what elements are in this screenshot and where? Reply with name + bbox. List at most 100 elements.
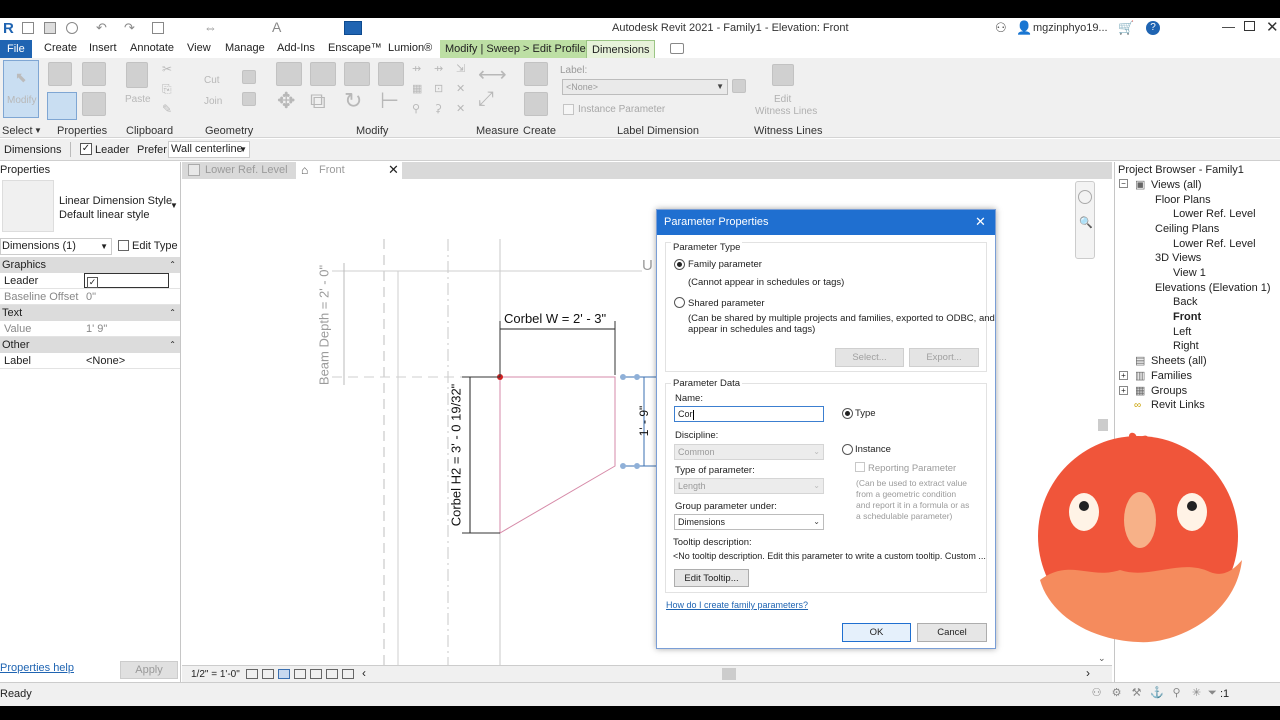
family-category-icon[interactable] [82,92,106,116]
type-of-parameter-select[interactable]: Length ⌄ [674,478,824,494]
edit-witness-lines-icon[interactable] [772,64,794,86]
ok-button[interactable]: OK [842,623,911,642]
type-selector[interactable]: Linear Dimension Style Default linear st… [56,180,180,232]
create-parameter-icon[interactable] [732,79,746,93]
prefer-select[interactable]: Wall centerline ▼ [168,141,250,158]
measure-icon[interactable]: ⇔ [204,20,217,35]
group-other[interactable]: Other ⌃ [0,337,180,353]
tree-view-1[interactable]: View 1 [1173,267,1206,279]
select-underlay-icon[interactable]: ⚓ [1150,687,1164,700]
measure-along-icon[interactable]: ⤢ [478,88,494,111]
detail-level-icon[interactable] [246,669,258,679]
instance-parameter-checkbox[interactable] [563,104,574,115]
tree-views-all[interactable]: Views (all) [1151,179,1202,191]
thin-lines-icon[interactable] [344,21,362,35]
corbel-w-label[interactable]: Corbel W = 2' - 3" [504,311,606,326]
dim-19-label[interactable]: 1' - 9" [637,406,651,437]
select-by-face-icon[interactable]: ✳ [1190,687,1203,700]
tab-file[interactable]: File [0,40,32,58]
dialog-close-icon[interactable]: ✕ [975,214,986,230]
tab-create[interactable]: Create [44,42,77,54]
temp-hide-icon[interactable] [342,669,354,679]
join-geometry-label[interactable]: Join [204,96,222,107]
tree-revit-links[interactable]: Revit Links [1151,399,1205,411]
row-leader-checkbox[interactable]: ✓ [84,273,169,288]
tab-add-ins[interactable]: Add-Ins [277,42,315,54]
tree-elevations[interactable]: Elevations (Elevation 1) [1155,282,1271,294]
row-value-value[interactable]: 1' 9" [84,321,168,336]
redo-icon[interactable]: ↷ [124,20,135,36]
beam-depth-label[interactable]: Beam Depth = 2' - 0" [317,265,332,385]
text-icon[interactable]: A [272,19,281,35]
mirror-icon[interactable] [344,62,370,86]
cart-icon[interactable]: 🛒 [1118,20,1134,36]
name-input[interactable]: Cor [674,406,824,422]
binoculars-icon[interactable]: ⚇ [995,20,1007,36]
copy-element-icon[interactable]: ⧉ [310,88,326,114]
visual-style-icon[interactable] [262,669,274,679]
properties-icon[interactable] [48,62,72,86]
match-icon[interactable]: ✎ [162,102,172,116]
discipline-select[interactable]: Common ⌄ [674,444,824,460]
geometry-tool-2-icon[interactable] [242,92,256,106]
cut-scissors-icon[interactable]: ✂ [162,62,172,76]
select-pinned-icon[interactable]: ⚲ [1170,687,1183,700]
view-scale[interactable]: 1/2" = 1'-0" [191,669,240,680]
cut-geometry-label[interactable]: Cut [204,75,220,86]
crop-icon[interactable] [310,669,322,679]
export-button[interactable]: Export... [909,348,979,367]
type-properties-icon[interactable] [82,62,106,86]
minimize-icon[interactable]: — [1222,19,1235,34]
user-icon[interactable]: 👤 [1016,20,1032,36]
tab-enscape[interactable]: Enscape™ [328,42,382,54]
group-under-select[interactable]: Dimensions ⌄ [674,514,824,530]
pin-icon[interactable]: ⇸ [434,62,443,75]
mirror-axis-icon[interactable] [378,62,404,86]
select-button[interactable]: Select... [835,348,904,367]
geometry-tool-icon[interactable] [242,70,256,84]
shared-parameter-radio[interactable] [674,297,685,308]
sync-icon[interactable] [66,22,78,34]
tree-groups[interactable]: Groups [1151,385,1187,397]
tab-lumion[interactable]: Lumion® [388,42,432,54]
tree-elevation-left[interactable]: Left [1173,326,1191,338]
leader-checkbox[interactable]: ✓ [80,143,92,155]
help-link[interactable]: How do I create family parameters? [666,600,808,610]
scale-icon[interactable]: ⊡ [434,82,443,95]
pin-element-icon[interactable]: ⚲ [412,102,420,115]
close-tab-icon[interactable]: ✕ [388,162,399,178]
grip-point[interactable] [620,463,626,469]
paste-icon[interactable] [126,62,148,88]
ribbon-toggle-icon[interactable] [670,43,684,54]
unpin-icon[interactable]: ⇲ [456,62,465,75]
steering-wheel-icon[interactable] [1078,190,1092,204]
array-icon[interactable]: ▦ [412,82,422,95]
shadows-icon[interactable] [294,669,306,679]
group-graphics[interactable]: Graphics ⌃ [0,257,180,273]
family-parameter-radio[interactable] [674,259,685,270]
tree-families[interactable]: Families [1151,370,1192,382]
tab-annotate[interactable]: Annotate [130,42,174,54]
panel-select[interactable]: Select [2,125,33,137]
unpin-element-icon[interactable]: ⚳ [434,102,442,115]
tree-floor-plan-lower[interactable]: Lower Ref. Level [1173,208,1256,220]
instance-selector[interactable]: Dimensions (1) ▼ [0,238,112,255]
cancel-button[interactable]: Cancel [917,623,987,642]
edit-witness-lines-label-2[interactable]: Witness Lines [755,106,817,117]
revit-logo-icon[interactable]: R [3,20,14,37]
trim-icon[interactable]: ⊢ [380,88,399,114]
group-text[interactable]: Text ⌃ [0,305,180,321]
edit-tooltip-button[interactable]: Edit Tooltip... [674,569,749,587]
tree-elevation-front[interactable]: Front [1173,311,1201,323]
move-icon[interactable]: ✥ [277,88,295,114]
tree-3d-views[interactable]: 3D Views [1155,252,1201,264]
open-icon[interactable] [22,22,34,34]
tree-ceiling-plan-lower[interactable]: Lower Ref. Level [1173,238,1256,250]
type-radio[interactable] [842,408,853,419]
tree-floor-plans[interactable]: Floor Plans [1155,194,1211,206]
user-name[interactable]: mgzinphyo19... [1033,22,1108,34]
grip-point[interactable] [634,463,640,469]
align-icon[interactable] [276,62,302,86]
print-icon[interactable] [152,22,164,34]
worksets-icon[interactable]: ⚇ [1090,687,1103,700]
